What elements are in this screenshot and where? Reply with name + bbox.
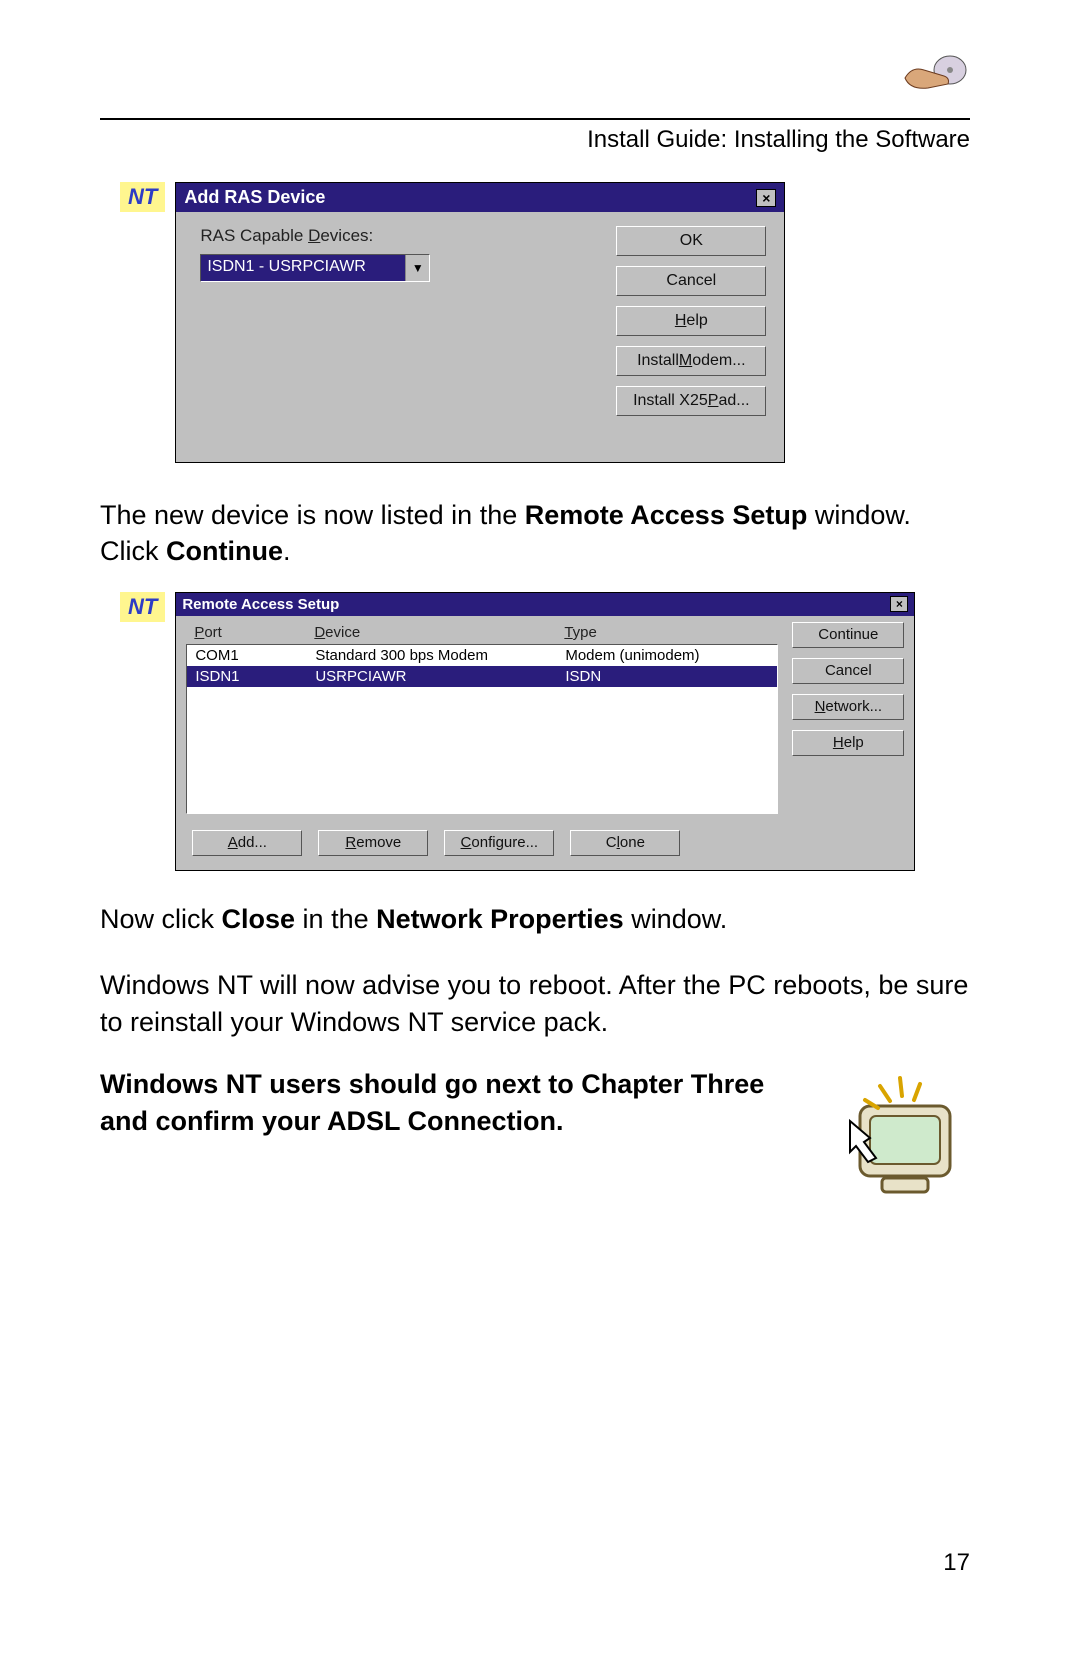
dialog-title: Add RAS Device	[184, 187, 325, 208]
add-button[interactable]: Add...	[192, 830, 302, 856]
header-divider	[100, 118, 970, 120]
cancel-button[interactable]: Cancel	[616, 266, 766, 296]
dialog-titlebar: Remote Access Setup ×	[176, 593, 914, 616]
install-x25-button[interactable]: Install X25 Pad...	[616, 386, 766, 416]
list-item[interactable]: COM1 Standard 300 bps Modem Modem (unimo…	[187, 645, 777, 666]
nt-badge: NT	[120, 592, 165, 622]
help-button[interactable]: Help	[792, 730, 904, 756]
clone-button[interactable]: Clone	[570, 830, 680, 856]
nt-badge: NT	[120, 182, 165, 212]
list-headers: Port Device Type	[186, 622, 778, 644]
hand-cd-icon	[900, 48, 970, 98]
cancel-button[interactable]: Cancel	[792, 658, 904, 684]
remote-access-setup-dialog: Remote Access Setup × Port Device Type C…	[175, 592, 915, 871]
combo-selected-value: ISDN1 - USRPCIAWR	[201, 255, 405, 281]
remove-button[interactable]: Remove	[318, 830, 428, 856]
ras-devices-label: RAS Capable Devices:	[200, 226, 588, 246]
device-listbox[interactable]: COM1 Standard 300 bps Modem Modem (unimo…	[186, 644, 778, 814]
network-button[interactable]: Network...	[792, 694, 904, 720]
install-modem-button[interactable]: Install Modem...	[616, 346, 766, 376]
page-number: 17	[943, 1549, 970, 1577]
configure-button[interactable]: Configure...	[444, 830, 554, 856]
close-icon[interactable]: ×	[756, 189, 776, 207]
dialog-titlebar: Add RAS Device ×	[176, 183, 784, 212]
list-item[interactable]: ISDN1 USRPCIAWR ISDN	[187, 666, 777, 687]
continue-button[interactable]: Continue	[792, 622, 904, 648]
help-button[interactable]: Help	[616, 306, 766, 336]
ok-button[interactable]: OK	[616, 226, 766, 256]
chevron-down-icon[interactable]: ▼	[405, 255, 429, 281]
close-icon[interactable]: ×	[890, 596, 908, 612]
dialog-title: Remote Access Setup	[182, 596, 339, 613]
instruction-text-3: Windows NT will now advise you to reboot…	[100, 967, 970, 1040]
breadcrumb: Install Guide: Installing the Software	[100, 126, 970, 154]
instruction-text-1: The new device is now listed in the Remo…	[100, 497, 970, 570]
instruction-text-2: Now click Close in the Network Propertie…	[100, 901, 970, 937]
ras-devices-combo[interactable]: ISDN1 - USRPCIAWR ▼	[200, 254, 430, 282]
add-ras-device-dialog: Add RAS Device × RAS Capable Devices: IS…	[175, 182, 785, 463]
chapter-note: Windows NT users should go next to Chapt…	[100, 1066, 800, 1139]
monitor-click-icon	[820, 1066, 970, 1216]
